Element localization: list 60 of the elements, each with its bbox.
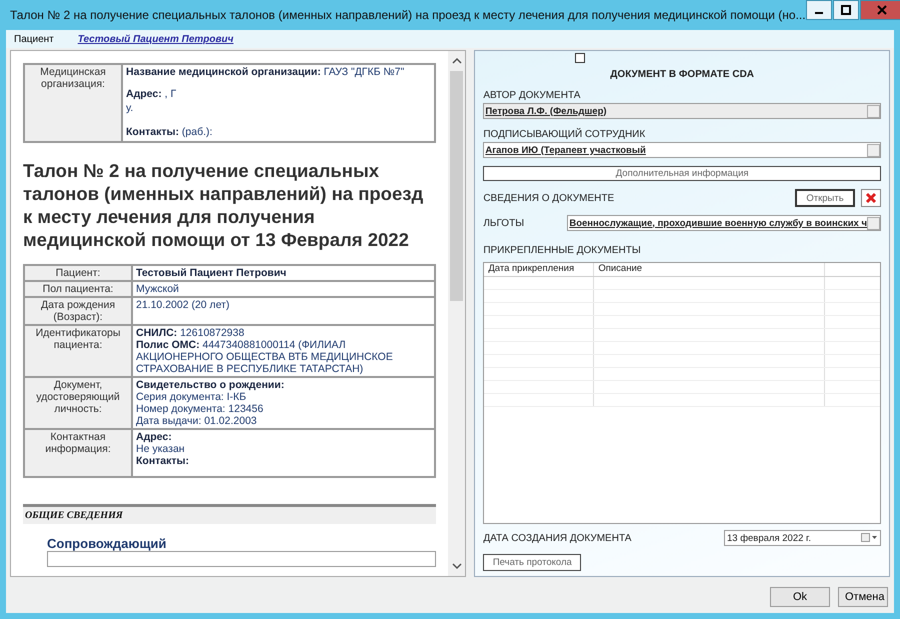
field-label: СВЕДЕНИЯ О ДОКУМЕНТЕ [483,192,616,204]
additional-info-button[interactable]: Дополнительная информация [483,166,881,181]
row-value: Номер документа: 123456 [136,403,264,416]
row-value: Дата выдачи: 01.02.2003 [136,415,258,428]
patient-link[interactable]: Тестовый Пациент Петрович [78,34,234,44]
row-value: СНИЛС: 12610872938 [136,326,246,339]
scrollbar[interactable] [448,51,466,576]
close-icon [876,5,887,15]
document-heading: Талон № 2 на получение специальных талонов (именных направлений) на проезд к месту лечения для получения медицинской помощи от 13 Февраля 2022 [23,159,424,252]
minimize-button[interactable] [806,0,832,20]
row-label: Документ, удостоверяющий личность: [25,378,131,428]
cancel-button[interactable]: Отмена [838,587,888,607]
checkbox[interactable] [575,53,586,63]
benefits-field[interactable]: Военнослужащие, проходившие военную службу в воинских ч [567,215,881,231]
minimize-icon [814,12,823,14]
print-button[interactable]: Печать протокола [483,554,582,571]
column-header[interactable]: Дата прикрепления [484,263,594,276]
row-label: Идентификаторы пациента: [25,326,131,376]
row-value: Полис ОМС: 4447340881000114 (ФИЛИАЛ АКЦИОНЕРНОГО ОБЩЕСТВА ВТБ МЕДИЦИНСКОЕ СТРАХОВАНИЕ В РЕСПУБЛИКЕ ТАТАРСТАН) [136,338,394,375]
delete-button[interactable] [861,189,881,207]
close-icon [864,191,878,205]
maximize-button[interactable] [832,0,859,20]
row-label: Контактная информация: [25,430,131,476]
scroll-down-icon[interactable] [452,562,462,570]
scroll-up-icon[interactable] [452,57,462,65]
field-label: АВТОР ДОКУМЕНТА [483,90,582,101]
org-address: Адрес: , Г [126,88,178,100]
org-name: Название медицинской организации: ГАУЗ "ДГКБ №7" [126,66,406,78]
column-header[interactable]: Описание [594,263,825,276]
open-button[interactable]: Открыть [795,189,855,207]
section-header: ОБЩИЕ СВЕДЕНИЯ [23,504,436,524]
ok-button[interactable]: Ok [770,587,830,607]
row-label: Пол пациента: [25,282,131,296]
date-field[interactable]: 13 февраля 2022 г. [724,530,881,546]
field-label: ЛЬГОТЫ [483,218,526,228]
field-label: ПРИКРЕПЛЕННЫЕ ДОКУМЕНТЫ [483,245,642,256]
row-value: Серия документа: I-КБ [136,390,248,403]
row-value: Мужской [136,282,180,295]
row-label: Дата рождения (Возраст): [25,298,131,324]
field-label: ПОДПИСЫВАЮЩИЙ СОТРУДНИК [483,129,646,140]
org-address-line: у. [126,102,134,114]
maximize-icon [840,5,851,15]
cda-title: ДОКУМЕНТ В ФОРМАТЕ CDA [609,69,756,80]
org-label: Медицинская организация: [25,65,121,141]
row-value: Тестовый Пациент Петрович [136,266,288,279]
row-value: Свидетельство о рождении: [136,378,286,391]
row-value: Контакты: [136,455,190,468]
org-contacts: Контакты: (раб.): [126,126,214,138]
close-button[interactable] [860,0,900,20]
patient-label: Пациент [14,34,54,44]
row-value: 21.10.2002 (20 лет) [136,298,230,311]
window-title: Талон № 2 на получение специальных талонов (именных направлений) на проезд к месту лечения для получения медицинской помощи (но... [9,8,806,22]
signer-field[interactable]: Агапов ИЮ (Терапевт участковый [483,142,881,158]
calendar-dropdown-icon[interactable] [861,533,877,543]
row-value: Адрес: [136,431,173,444]
field-label: ДАТА СОЗДАНИЯ ДОКУМЕНТА [483,532,632,544]
subsection-heading: Сопровождающий [47,536,168,552]
row-value: Не указан [136,443,186,456]
author-field[interactable]: Петрова Л.Ф. (Фельдшер) [483,103,881,119]
row-label: Пациент: [25,266,131,280]
